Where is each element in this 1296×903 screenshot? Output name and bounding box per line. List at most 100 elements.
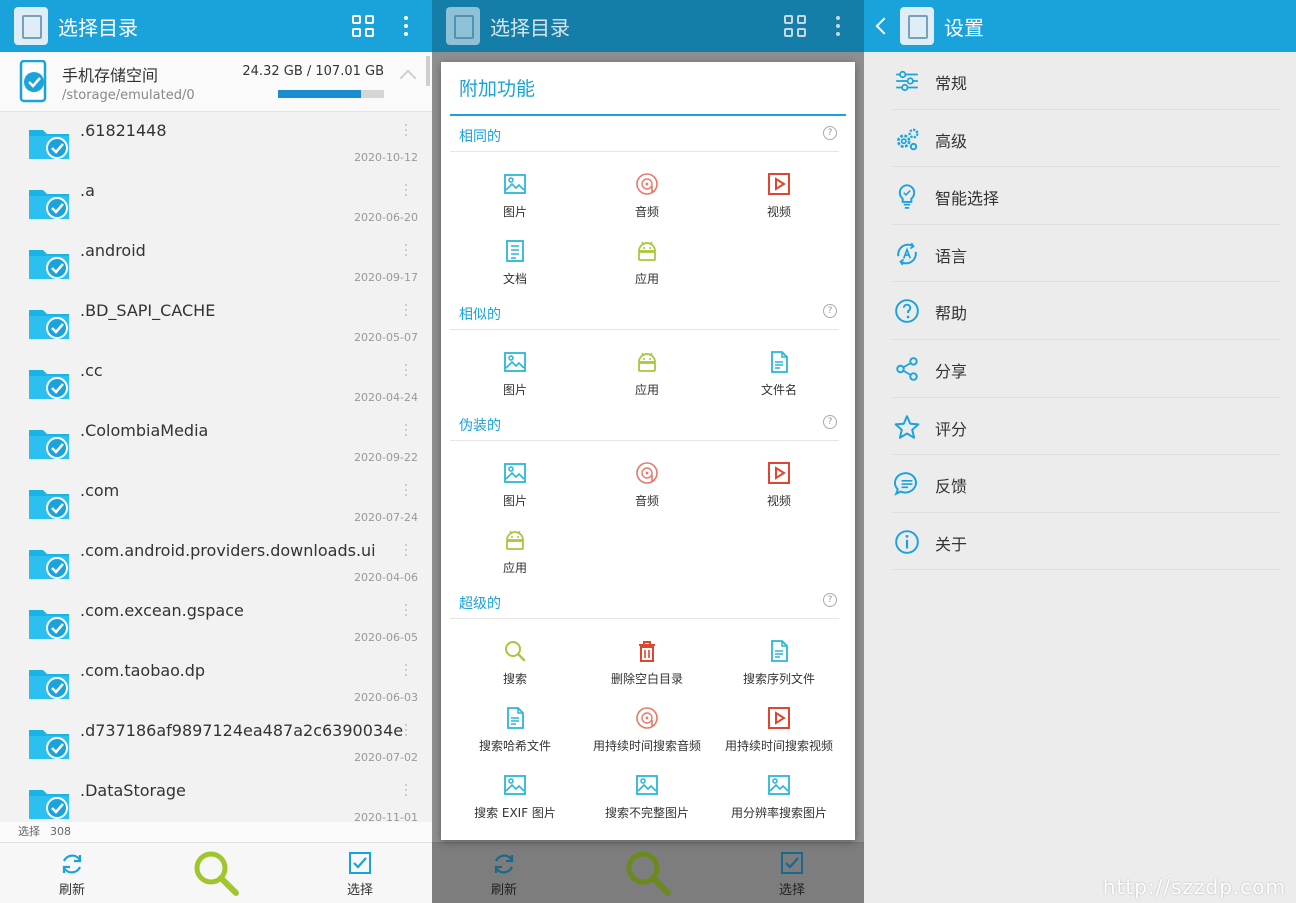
grid-view-icon[interactable]	[784, 15, 806, 37]
feature-android-button[interactable]: 应用	[581, 227, 713, 294]
feature-video-button[interactable]: 用持续时间搜索视频	[713, 694, 845, 761]
feature-label: 音频	[634, 205, 659, 219]
row-more-icon[interactable]	[405, 484, 408, 499]
feature-image-button[interactable]: 图片	[449, 160, 581, 227]
folder-row[interactable]: .d737186af9897124ea487a2c6390034e 2020-0…	[0, 712, 432, 772]
row-more-icon[interactable]	[405, 424, 408, 439]
storage-header[interactable]: 手机存储空间 /storage/emulated/0 24.32 GB / 10…	[0, 52, 432, 112]
feature-search-button[interactable]: 搜索	[449, 627, 581, 694]
row-more-icon[interactable]	[405, 544, 408, 559]
feature-document-button[interactable]: 文档	[449, 227, 581, 294]
folder-row[interactable]: .ColombiaMedia 2020-09-22	[0, 412, 432, 472]
folder-checked-icon[interactable]	[28, 486, 70, 520]
row-more-icon[interactable]	[405, 244, 408, 259]
feature-video-button[interactable]: 视频	[713, 449, 845, 516]
audio-icon	[635, 706, 659, 730]
feature-audio-button[interactable]: 音频	[581, 449, 713, 516]
refresh-button[interactable]: 刷新	[464, 843, 544, 903]
folder-row[interactable]: .cc 2020-04-24	[0, 352, 432, 412]
folder-checked-icon[interactable]	[28, 426, 70, 460]
folder-checked-icon[interactable]	[28, 246, 70, 280]
folder-checked-icon[interactable]	[28, 186, 70, 220]
feature-audio-button[interactable]: 用持续时间搜索音频	[581, 694, 713, 761]
feature-filename-button[interactable]: 搜索哈希文件	[449, 694, 581, 761]
folder-checked-icon[interactable]	[28, 366, 70, 400]
feature-label: 应用	[634, 272, 659, 286]
folder-row[interactable]: .com.excean.gspace 2020-06-05	[0, 592, 432, 652]
help-icon[interactable]: ?	[823, 593, 837, 607]
feature-label: 图片	[502, 205, 527, 219]
folder-row[interactable]: .com.android.providers.downloads.ui 2020…	[0, 532, 432, 592]
feature-image-button[interactable]: 搜索不完整图片	[581, 761, 713, 828]
folder-checked-icon[interactable]	[28, 546, 70, 580]
folder-row[interactable]: .61821448 2020-10-12	[0, 112, 432, 172]
back-icon[interactable]	[875, 17, 893, 35]
more-options-icon[interactable]	[836, 16, 840, 36]
row-more-icon[interactable]	[405, 304, 408, 319]
folder-checked-icon[interactable]	[28, 606, 70, 640]
row-more-icon[interactable]	[405, 664, 408, 679]
search-icon[interactable]	[624, 849, 672, 897]
folder-checked-icon[interactable]	[28, 306, 70, 340]
folder-date: 2020-06-20	[354, 211, 418, 224]
row-more-icon[interactable]	[405, 724, 408, 739]
row-more-icon[interactable]	[405, 604, 408, 619]
row-more-icon[interactable]	[405, 784, 408, 799]
feature-trash-button[interactable]: 删除空白目录	[581, 627, 713, 694]
folder-row[interactable]: .a 2020-06-20	[0, 172, 432, 232]
settings-item[interactable]: 语言	[864, 225, 1296, 283]
settings-item[interactable]: 常规	[864, 52, 1296, 110]
settings-item[interactable]: 关于	[864, 513, 1296, 571]
feature-video-button[interactable]: 视频	[713, 160, 845, 227]
feature-android-button[interactable]: 应用	[581, 338, 713, 405]
chevron-up-icon[interactable]	[399, 69, 417, 87]
video-icon	[767, 461, 791, 485]
feature-label: 搜索	[502, 672, 527, 686]
settings-item-label: 关于	[935, 534, 968, 554]
grid-view-icon[interactable]	[352, 15, 374, 37]
refresh-button[interactable]: 刷新	[32, 843, 112, 903]
settings-item[interactable]: 帮助	[864, 282, 1296, 340]
row-more-icon[interactable]	[405, 124, 408, 139]
feature-image-button[interactable]: 图片	[449, 338, 581, 405]
folder-date: 2020-10-12	[354, 151, 418, 164]
settings-item[interactable]: 反馈	[864, 455, 1296, 513]
folder-checked-icon[interactable]	[28, 726, 70, 760]
help-icon[interactable]: ?	[823, 304, 837, 318]
folder-row[interactable]: .com.taobao.dp 2020-06-03	[0, 652, 432, 712]
more-options-icon[interactable]	[404, 16, 408, 36]
feature-image-button[interactable]: 搜索 EXIF 图片	[449, 761, 581, 828]
row-more-icon[interactable]	[405, 184, 408, 199]
folder-checked-icon[interactable]	[28, 786, 70, 820]
selection-count: 308	[50, 825, 71, 838]
row-more-icon[interactable]	[405, 364, 408, 379]
settings-item-label: 反馈	[935, 477, 968, 497]
folder-row[interactable]: .android 2020-09-17	[0, 232, 432, 292]
settings-item[interactable]: 高级	[864, 110, 1296, 168]
settings-item[interactable]: 评分	[864, 398, 1296, 456]
folder-name: .61821448	[80, 121, 167, 140]
feature-android-button[interactable]: 应用	[449, 516, 581, 583]
folder-checked-icon[interactable]	[28, 666, 70, 700]
android-icon	[503, 528, 527, 552]
settings-item[interactable]: 分享	[864, 340, 1296, 398]
scrollbar[interactable]	[426, 56, 430, 86]
feature-audio-button[interactable]: 音频	[581, 160, 713, 227]
phone-storage-icon	[19, 60, 47, 103]
select-button[interactable]: 选择	[752, 843, 832, 903]
feature-image-button[interactable]: 图片	[449, 449, 581, 516]
folder-name: .BD_SAPI_CACHE	[80, 301, 216, 320]
help-icon[interactable]: ?	[823, 126, 837, 140]
folder-row[interactable]: .com 2020-07-24	[0, 472, 432, 532]
feature-filename-button[interactable]: 搜索序列文件	[713, 627, 845, 694]
search-icon[interactable]	[192, 849, 240, 897]
folder-checked-icon[interactable]	[28, 126, 70, 160]
help-icon[interactable]: ?	[823, 415, 837, 429]
select-button[interactable]: 选择	[320, 843, 400, 903]
refresh-icon	[494, 854, 514, 874]
feature-image-button[interactable]: 用分辨率搜索图片	[713, 761, 845, 828]
folder-row[interactable]: .BD_SAPI_CACHE 2020-05-07	[0, 292, 432, 352]
feature-filename-button[interactable]: 文件名	[713, 338, 845, 405]
select-label: 选择	[346, 883, 373, 898]
settings-item[interactable]: 智能选择	[864, 167, 1296, 225]
